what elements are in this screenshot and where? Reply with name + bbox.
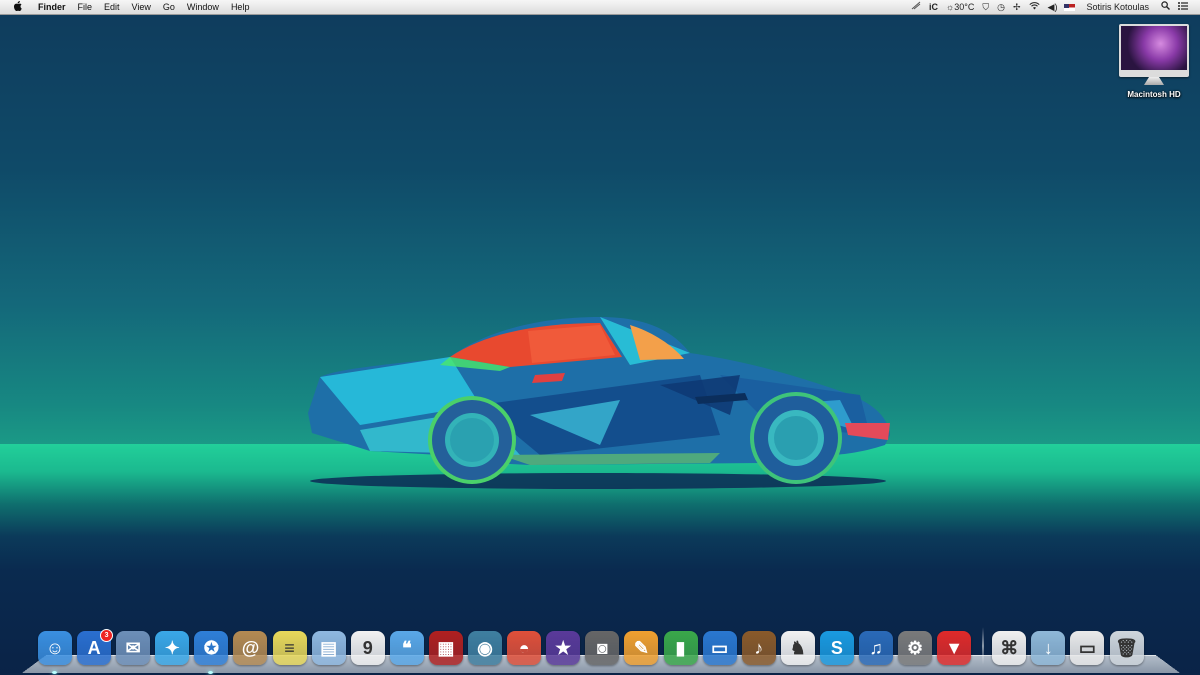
skype-icon[interactable]: S bbox=[819, 631, 854, 665]
iphoto-glyph: ◉ bbox=[477, 637, 493, 658]
running-indicator bbox=[52, 671, 57, 674]
menu-help[interactable]: Help bbox=[225, 0, 256, 14]
keynote-icon[interactable]: ▭ bbox=[702, 631, 737, 665]
twitter-glyph: ✦ bbox=[164, 637, 180, 658]
menu-view[interactable]: View bbox=[126, 0, 157, 14]
preview-glyph: ▤ bbox=[320, 637, 338, 658]
facetime-glyph: ◙ bbox=[596, 637, 608, 658]
contacts-icon[interactable]: @ bbox=[233, 631, 268, 665]
notes-icon[interactable]: ≡ bbox=[272, 631, 307, 665]
istat-status[interactable]: iC bbox=[925, 0, 942, 14]
dock: ☺ A 3 ✉ ✦ ✪ @ ≡ ▤ 9 ❝ ▦ ◉ ◓ ★ ◙ ✎ ▮ ▭ ♪ ♞ S ♫ ⚙ ▼ ⌘ ↓ ▭ 🗑 bbox=[22, 623, 1180, 674]
trash-icon[interactable]: 🗑 bbox=[1109, 631, 1144, 665]
dock-separator bbox=[982, 627, 985, 665]
imac-stand bbox=[1144, 77, 1164, 85]
popcorn-time-icon[interactable]: ▼ bbox=[937, 631, 972, 665]
safari-glyph: ✪ bbox=[203, 637, 219, 658]
photo-booth-glyph: ▦ bbox=[437, 637, 455, 658]
imovie-icon[interactable]: ★ bbox=[546, 631, 581, 665]
app-store-icon[interactable]: A3 bbox=[77, 629, 114, 665]
menu-window[interactable]: Window bbox=[181, 0, 225, 14]
imovie-glyph: ★ bbox=[555, 637, 572, 658]
app-menu-finder[interactable]: Finder bbox=[32, 0, 72, 14]
menu-go[interactable]: Go bbox=[157, 0, 181, 14]
notes-glyph: ≡ bbox=[284, 637, 295, 658]
podcast-glyph: ♞ bbox=[789, 637, 806, 658]
imac-icon bbox=[1119, 24, 1189, 77]
volume-icon[interactable]: ◀) bbox=[1044, 0, 1062, 14]
notification-badge: 3 bbox=[100, 629, 114, 642]
messages-icon[interactable]: ❝ bbox=[389, 631, 424, 665]
system-preferences-icon[interactable]: ⚙ bbox=[898, 631, 933, 665]
contacts-glyph: @ bbox=[241, 637, 260, 658]
menu-file[interactable]: File bbox=[72, 0, 99, 14]
screenshot-icon[interactable]: ▭ bbox=[1070, 631, 1105, 665]
sunrise-glyph: ◓ bbox=[518, 637, 530, 658]
pdf-document-icon[interactable]: ⌘ bbox=[992, 631, 1027, 665]
menu-edit[interactable]: Edit bbox=[98, 0, 126, 14]
apple-menu-icon[interactable] bbox=[10, 0, 24, 14]
podcast-icon[interactable]: ♞ bbox=[780, 631, 815, 665]
safari-icon[interactable]: ✪ bbox=[194, 631, 229, 674]
notification-center-icon[interactable] bbox=[1174, 0, 1192, 14]
downloads-folder-glyph: ↓ bbox=[1043, 637, 1053, 658]
skype-glyph: S bbox=[830, 637, 843, 658]
system-preferences-glyph: ⚙ bbox=[906, 637, 924, 658]
numbers-icon[interactable]: ▮ bbox=[663, 631, 698, 665]
messages-glyph: ❝ bbox=[402, 637, 412, 658]
rocket-status-icon[interactable] bbox=[907, 0, 925, 14]
pages-glyph: ✎ bbox=[633, 637, 649, 658]
menu-bar: Finder File Edit View Go Window Help iC … bbox=[0, 0, 1200, 15]
trash-glyph: 🗑 bbox=[1115, 637, 1138, 658]
spotlight-search-icon[interactable] bbox=[1157, 0, 1174, 14]
iphoto-icon[interactable]: ◉ bbox=[468, 631, 503, 665]
facetime-icon[interactable]: ◙ bbox=[585, 631, 620, 665]
numbers-glyph: ▮ bbox=[675, 637, 686, 658]
mail-stamp-glyph: ✉ bbox=[125, 637, 141, 658]
finder-glyph: ☺ bbox=[45, 637, 65, 658]
itunes-icon[interactable]: ♫ bbox=[858, 631, 893, 665]
screenshot-glyph: ▭ bbox=[1078, 637, 1096, 658]
sunrise-icon[interactable]: ◓ bbox=[507, 631, 542, 665]
downloads-folder-icon[interactable]: ↓ bbox=[1031, 631, 1066, 665]
user-name[interactable]: Sotiris Kotoulas bbox=[1078, 0, 1157, 14]
pdf-document-glyph: ⌘ bbox=[1000, 637, 1019, 658]
wifi-icon[interactable] bbox=[1025, 0, 1044, 14]
popcorn-time-glyph: ▼ bbox=[945, 637, 964, 658]
shield-status-icon[interactable]: ⛉ bbox=[978, 0, 993, 14]
pages-icon[interactable]: ✎ bbox=[624, 631, 659, 665]
itunes-glyph: ♫ bbox=[869, 637, 883, 658]
time-machine-icon[interactable]: ◷ bbox=[993, 0, 1009, 14]
calendar-icon[interactable]: 9 bbox=[350, 631, 385, 665]
garageband-icon[interactable]: ♪ bbox=[741, 631, 776, 665]
wallpaper-car-illustration bbox=[308, 317, 890, 489]
desktop-icon-label: Macintosh HD bbox=[1127, 90, 1181, 99]
us-flag-input-icon[interactable] bbox=[1064, 3, 1076, 11]
photo-booth-icon[interactable]: ▦ bbox=[428, 631, 463, 665]
weather-status[interactable]: ☼30°C bbox=[942, 0, 978, 14]
weather-temperature: 30°C bbox=[954, 2, 975, 12]
calendar-glyph: 9 bbox=[362, 637, 373, 658]
preview-icon[interactable]: ▤ bbox=[311, 631, 346, 665]
finder-icon[interactable]: ☺ bbox=[38, 631, 72, 674]
garageband-glyph: ♪ bbox=[754, 637, 764, 658]
bluetooth-status-icon[interactable]: ✢ bbox=[1009, 0, 1025, 14]
keynote-glyph: ▭ bbox=[711, 637, 729, 658]
dock-items: ☺ A 3 ✉ ✦ ✪ @ ≡ ▤ 9 ❝ ▦ ◉ ◓ ★ ◙ ✎ ▮ ▭ ♪ ♞ S ♫ ⚙ ▼ ⌘ ↓ ▭ 🗑 bbox=[38, 627, 1149, 674]
mail-stamp-icon[interactable]: ✉ bbox=[116, 631, 151, 665]
macintosh-hd-desktop-icon[interactable]: Macintosh HD bbox=[1118, 24, 1190, 99]
app-store-glyph: A bbox=[87, 637, 101, 658]
twitter-icon[interactable]: ✦ bbox=[155, 631, 190, 665]
